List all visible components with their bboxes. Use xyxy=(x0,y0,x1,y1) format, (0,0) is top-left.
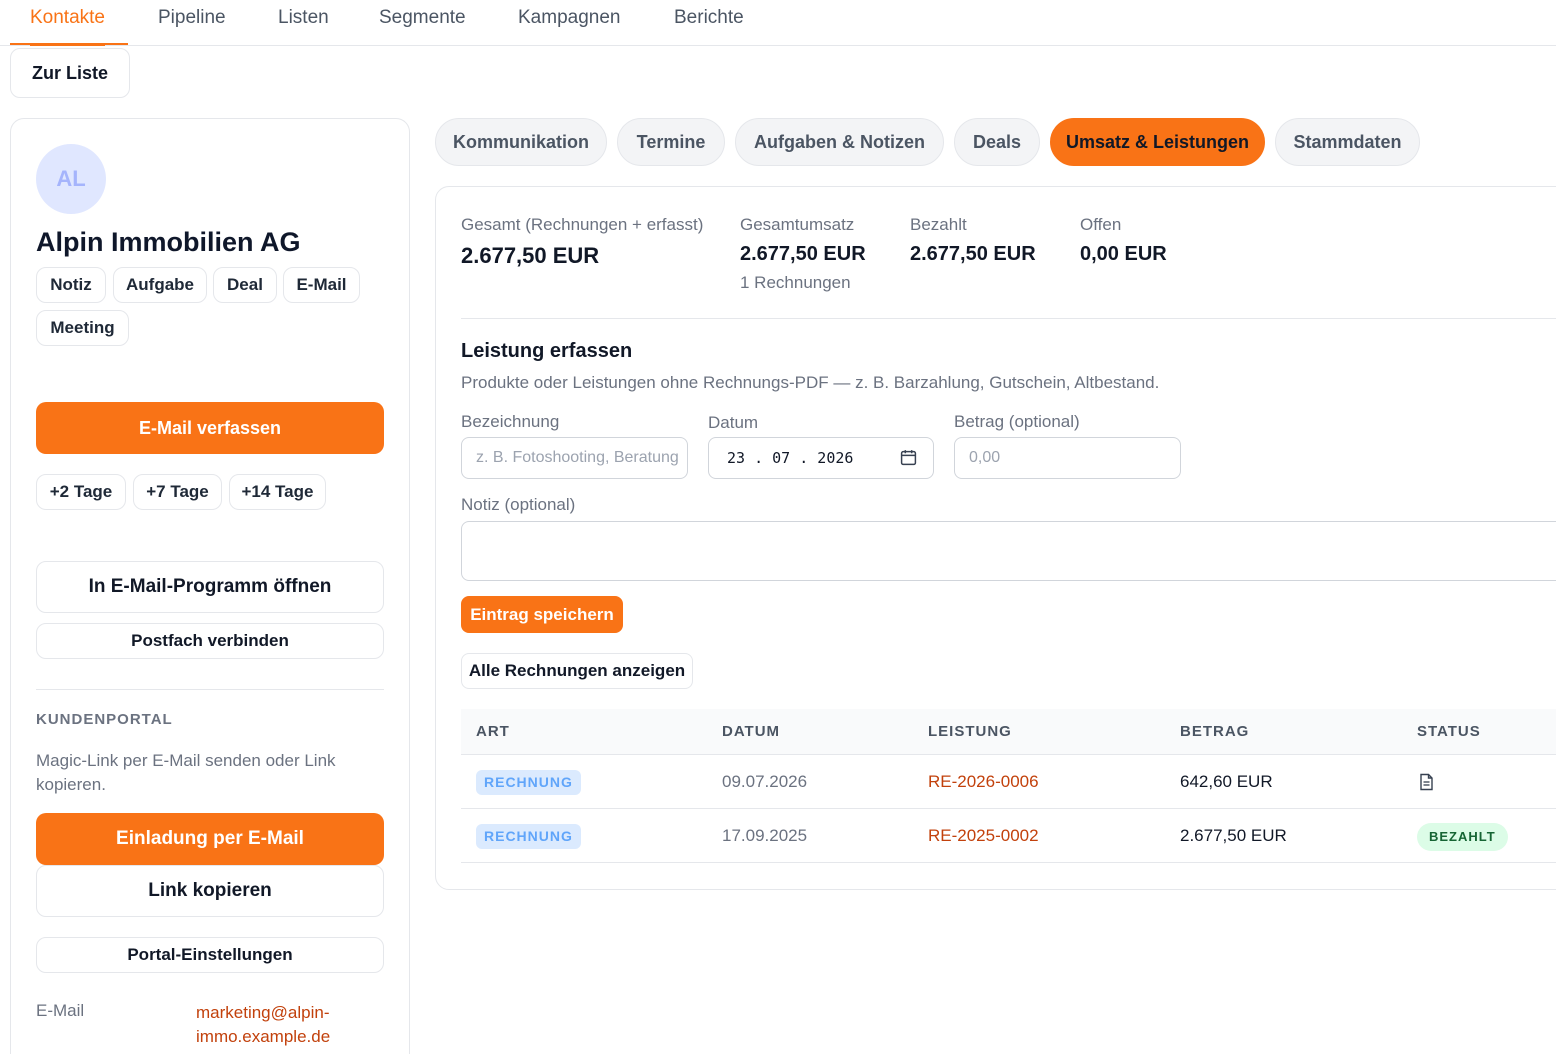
email-link[interactable]: marketing@alpin-immo.example.de xyxy=(196,1001,366,1049)
tab-kommunikation[interactable]: Kommunikation xyxy=(435,118,607,166)
column-header-status: STATUS xyxy=(1417,723,1481,740)
divider xyxy=(461,318,1556,319)
portal-section-title: KUNDENPORTAL xyxy=(36,711,173,728)
stat-paid-value: 2.677,50 EUR xyxy=(910,243,1036,265)
date-input[interactable]: 23 . 07 . 2026 xyxy=(708,437,934,479)
tab-umsatz-leistungen[interactable]: Umsatz & Leistungen xyxy=(1050,118,1265,166)
stat-open-value: 0,00 EUR xyxy=(1080,243,1167,265)
stat-revenue-value: 2.677,50 EUR xyxy=(740,243,866,265)
note-textarea[interactable] xyxy=(461,521,1556,581)
type-badge: RECHNUNG xyxy=(476,824,581,849)
stat-revenue-label: Gesamtumsatz xyxy=(740,215,855,234)
top-navigation: Kontakte Pipeline Listen Segmente Kampag… xyxy=(0,0,1556,46)
nav-tab-listen[interactable]: Listen xyxy=(278,0,329,46)
note-field-label: Notiz (optional) xyxy=(461,495,576,514)
table-row[interactable]: RECHNUNG 17.09.2025 RE-2025-0002 2.677,5… xyxy=(461,809,1556,863)
contact-sidebar: AL Alpin Immobilien AG Notiz Aufgabe Dea… xyxy=(10,118,410,1054)
column-header-leistung: LEISTUNG xyxy=(928,723,1012,740)
name-field-label: Bezeichnung xyxy=(461,412,560,431)
nav-tab-kontakte[interactable]: Kontakte xyxy=(30,0,105,46)
quick-action-email-button[interactable]: E-Mail xyxy=(283,267,360,303)
open-mail-program-button[interactable]: In E-Mail-Programm öffnen xyxy=(36,561,384,613)
nav-tab-segmente[interactable]: Segmente xyxy=(379,0,466,46)
nav-tab-kampagnen[interactable]: Kampagnen xyxy=(518,0,620,46)
compose-email-button[interactable]: E-Mail verfassen xyxy=(36,402,384,454)
followup-14-days-button[interactable]: +14 Tage xyxy=(229,474,326,510)
form-description: Produkte oder Leistungen ohne Rechnungs-… xyxy=(461,373,1160,392)
row-amount: 2.677,50 EUR xyxy=(1180,826,1287,845)
status-badge: BEZAHLT xyxy=(1417,823,1508,851)
stat-paid-label: Bezahlt xyxy=(910,215,967,234)
email-field-label: E-Mail xyxy=(36,1001,85,1020)
column-header-art: ART xyxy=(476,723,510,740)
tab-deals[interactable]: Deals xyxy=(954,118,1040,166)
avatar: AL xyxy=(36,144,106,214)
quick-action-deal-button[interactable]: Deal xyxy=(213,267,277,303)
tab-aufgaben-notizen[interactable]: Aufgaben & Notizen xyxy=(735,118,944,166)
copy-link-button[interactable]: Link kopieren xyxy=(36,865,384,917)
calendar-icon[interactable] xyxy=(900,449,917,466)
date-value: 23 . 07 . 2026 xyxy=(727,449,854,467)
tab-stammdaten[interactable]: Stammdaten xyxy=(1275,118,1420,166)
nav-tab-berichte[interactable]: Berichte xyxy=(674,0,744,46)
table-row[interactable]: RECHNUNG 09.07.2026 RE-2026-0006 642,60 … xyxy=(461,755,1556,809)
stat-total-label: Gesamt (Rechnungen + erfasst) xyxy=(461,215,704,234)
save-entry-button[interactable]: Eintrag speichern xyxy=(461,596,623,633)
tab-termine[interactable]: Termine xyxy=(617,118,725,166)
stat-total-value: 2.677,50 EUR xyxy=(461,243,600,268)
stat-revenue-sub: 1 Rechnungen xyxy=(740,273,851,292)
type-badge: RECHNUNG xyxy=(476,770,581,795)
followup-7-days-button[interactable]: +7 Tage xyxy=(133,474,222,510)
row-date: 09.07.2026 xyxy=(722,772,808,791)
portal-settings-button[interactable]: Portal-Einstellungen xyxy=(36,937,384,973)
amount-field-label: Betrag (optional) xyxy=(954,412,1080,431)
column-header-datum: DATUM xyxy=(722,723,781,740)
date-field-label: Datum xyxy=(708,413,759,432)
revenue-panel: Gesamt (Rechnungen + erfasst) 2.677,50 E… xyxy=(435,186,1556,890)
column-header-betrag: BETRAG xyxy=(1180,723,1250,740)
nav-tab-pipeline[interactable]: Pipeline xyxy=(158,0,226,46)
connect-mailbox-button[interactable]: Postfach verbinden xyxy=(36,623,384,659)
back-to-list-button[interactable]: Zur Liste xyxy=(10,48,130,98)
row-date: 17.09.2025 xyxy=(722,826,808,845)
show-all-invoices-button[interactable]: Alle Rechnungen anzeigen xyxy=(461,653,693,689)
name-input[interactable]: z. B. Fotoshooting, Beratung xyxy=(461,437,688,479)
portal-section-description: Magic-Link per E-Mail senden oder Link k… xyxy=(36,751,336,794)
send-invite-button[interactable]: Einladung per E-Mail xyxy=(36,813,384,865)
document-icon[interactable] xyxy=(1419,773,1434,791)
active-tab-indicator xyxy=(10,43,128,45)
followup-2-days-button[interactable]: +2 Tage xyxy=(36,474,126,510)
table-header: ART DATUM LEISTUNG BETRAG STATUS xyxy=(461,709,1556,755)
contact-name: Alpin Immobilien AG xyxy=(36,227,301,257)
stat-open-label: Offen xyxy=(1080,215,1122,234)
invoice-link[interactable]: RE-2025-0002 xyxy=(928,809,1039,863)
invoice-link[interactable]: RE-2026-0006 xyxy=(928,755,1039,809)
quick-action-note-button[interactable]: Notiz xyxy=(36,267,106,303)
row-amount: 642,60 EUR xyxy=(1180,772,1273,791)
amount-input[interactable]: 0,00 xyxy=(954,437,1181,479)
form-title: Leistung erfassen xyxy=(461,340,633,362)
quick-action-task-button[interactable]: Aufgabe xyxy=(113,267,207,303)
divider xyxy=(36,689,384,690)
quick-action-meeting-button[interactable]: Meeting xyxy=(36,310,129,346)
